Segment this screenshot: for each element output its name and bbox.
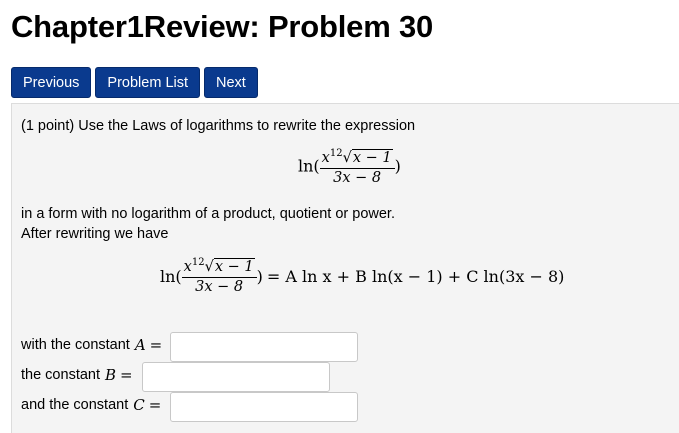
equals-sign: = xyxy=(120,366,133,384)
ln-symbol: ln xyxy=(298,156,314,176)
fraction: x12√x − 1 3x − 8 xyxy=(181,257,257,296)
ln-symbol: ln xyxy=(160,266,176,286)
constant-b-row: the constant B = xyxy=(21,366,133,384)
constant-a-label: with the constant xyxy=(21,337,130,353)
constant-c-input[interactable] xyxy=(170,392,358,422)
equals-sign: = xyxy=(149,336,163,354)
page-title: Chapter1Review: Problem 30 xyxy=(11,9,434,44)
denominator: 3x − 8 xyxy=(195,278,244,295)
next-button[interactable]: Next xyxy=(204,67,258,98)
exponent: 12 xyxy=(191,257,205,268)
close-paren: ) xyxy=(394,156,401,176)
problem-intro: (1 point) Use the Laws of logarithms to … xyxy=(21,118,416,134)
problem-nav: Previous Problem List Next xyxy=(11,67,258,98)
problem-list-button[interactable]: Problem List xyxy=(95,67,201,98)
constant-a-input[interactable] xyxy=(170,332,358,362)
fraction: x12√x − 1 3x − 8 xyxy=(319,148,395,187)
problem-panel: (1 point) Use the Laws of logarithms to … xyxy=(11,103,679,433)
numerator-x: x xyxy=(183,259,192,275)
denominator: 3x − 8 xyxy=(333,169,382,186)
constant-b-var: B xyxy=(105,366,117,384)
log-expression: ln(x12√x − 1 3x − 8) xyxy=(298,148,401,187)
radicand: x − 1 xyxy=(213,258,255,275)
rewritten-equation: ln(x12√x − 1 3x − 8) = A ln x + B ln(x − … xyxy=(160,257,564,296)
close-paren: ) xyxy=(256,266,263,286)
problem-line-2: in a form with no logarithm of a product… xyxy=(21,206,395,222)
constant-a-var: A xyxy=(134,336,146,354)
constant-a-row: with the constant A = xyxy=(21,336,162,354)
constant-c-label: and the constant xyxy=(21,397,129,413)
constant-c-var: C xyxy=(133,396,145,414)
equals-sign: = xyxy=(148,396,162,414)
numerator-x: x xyxy=(321,150,330,166)
constant-b-input[interactable] xyxy=(142,362,330,392)
problem-line-3: After rewriting we have xyxy=(21,226,169,242)
constant-c-row: and the constant C = xyxy=(21,396,161,414)
equation-rhs: = A ln x + B ln(x − 1) + C ln(3x − 8) xyxy=(266,266,565,286)
constant-b-label: the constant xyxy=(21,367,100,383)
previous-button[interactable]: Previous xyxy=(11,67,92,98)
radicand: x − 1 xyxy=(351,149,393,166)
exponent: 12 xyxy=(329,148,343,159)
